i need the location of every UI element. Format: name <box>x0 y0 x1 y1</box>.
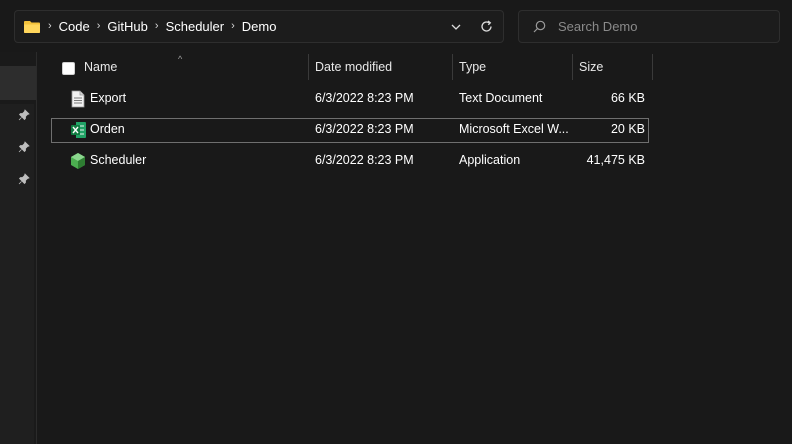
chevron-right-icon[interactable]: › <box>231 21 235 32</box>
refresh-icon[interactable] <box>471 11 501 42</box>
file-date-modified: 6/3/2022 8:23 PM <box>315 122 414 136</box>
file-type: Microsoft Excel W... <box>459 122 569 136</box>
column-header-name[interactable]: Name <box>84 60 117 74</box>
file-size: 66 KB <box>610 91 645 105</box>
pin-icon[interactable] <box>18 108 30 121</box>
pin-icon[interactable] <box>18 172 30 185</box>
breadcrumb-item-github[interactable]: GitHub <box>107 19 147 34</box>
select-all-checkbox[interactable] <box>62 62 75 75</box>
file-size: 20 KB <box>610 122 645 136</box>
breadcrumb-item-code[interactable]: Code <box>59 19 90 34</box>
file-row[interactable]: Scheduler 6/3/2022 8:23 PM Application 4… <box>51 149 649 174</box>
file-explorer-window: › Code › GitHub › Scheduler › Demo Searc… <box>0 0 792 444</box>
column-divider[interactable] <box>572 54 573 80</box>
file-date-modified: 6/3/2022 8:23 PM <box>315 91 414 105</box>
nav-scrollbar[interactable] <box>0 104 34 444</box>
search-input[interactable] <box>558 19 758 34</box>
column-divider[interactable] <box>452 54 453 80</box>
address-bar[interactable]: › Code › GitHub › Scheduler › Demo <box>14 10 504 43</box>
file-type: Application <box>459 153 521 167</box>
file-row[interactable]: Export 6/3/2022 8:23 PM Text Document 66… <box>51 87 649 112</box>
breadcrumb-item-scheduler[interactable]: Scheduler <box>166 19 225 34</box>
column-divider[interactable] <box>308 54 309 80</box>
excel-file-icon <box>70 121 86 139</box>
folder-icon <box>23 20 41 34</box>
file-name: Scheduler <box>90 153 147 167</box>
text-document-icon <box>70 90 86 108</box>
column-divider[interactable] <box>652 54 653 80</box>
search-icon <box>533 20 546 33</box>
column-header-date-modified[interactable]: Date modified <box>315 60 392 74</box>
application-icon <box>70 152 86 170</box>
file-date-modified: 6/3/2022 8:23 PM <box>315 153 414 167</box>
file-size: 41,475 KB <box>586 153 645 167</box>
column-header-type[interactable]: Type <box>459 60 486 74</box>
column-header: ^ Name Date modified Type Size <box>52 54 654 82</box>
breadcrumb-item-demo[interactable]: Demo <box>242 19 277 34</box>
file-row[interactable]: Orden 6/3/2022 8:23 PM Microsoft Excel W… <box>51 118 649 143</box>
sort-ascending-icon: ^ <box>178 54 183 64</box>
file-type: Text Document <box>459 91 543 105</box>
pin-icon[interactable] <box>18 140 30 153</box>
chevron-right-icon[interactable]: › <box>97 21 101 32</box>
search-box[interactable] <box>518 10 780 43</box>
file-name: Export <box>90 91 127 105</box>
nav-selected-item[interactable] <box>0 66 36 100</box>
chevron-right-icon: › <box>48 20 52 32</box>
chevron-down-icon[interactable] <box>441 11 471 42</box>
navigation-pane <box>0 52 37 444</box>
chevron-right-icon[interactable]: › <box>155 21 159 32</box>
file-name: Orden <box>90 122 125 136</box>
column-header-size[interactable]: Size <box>579 60 603 74</box>
